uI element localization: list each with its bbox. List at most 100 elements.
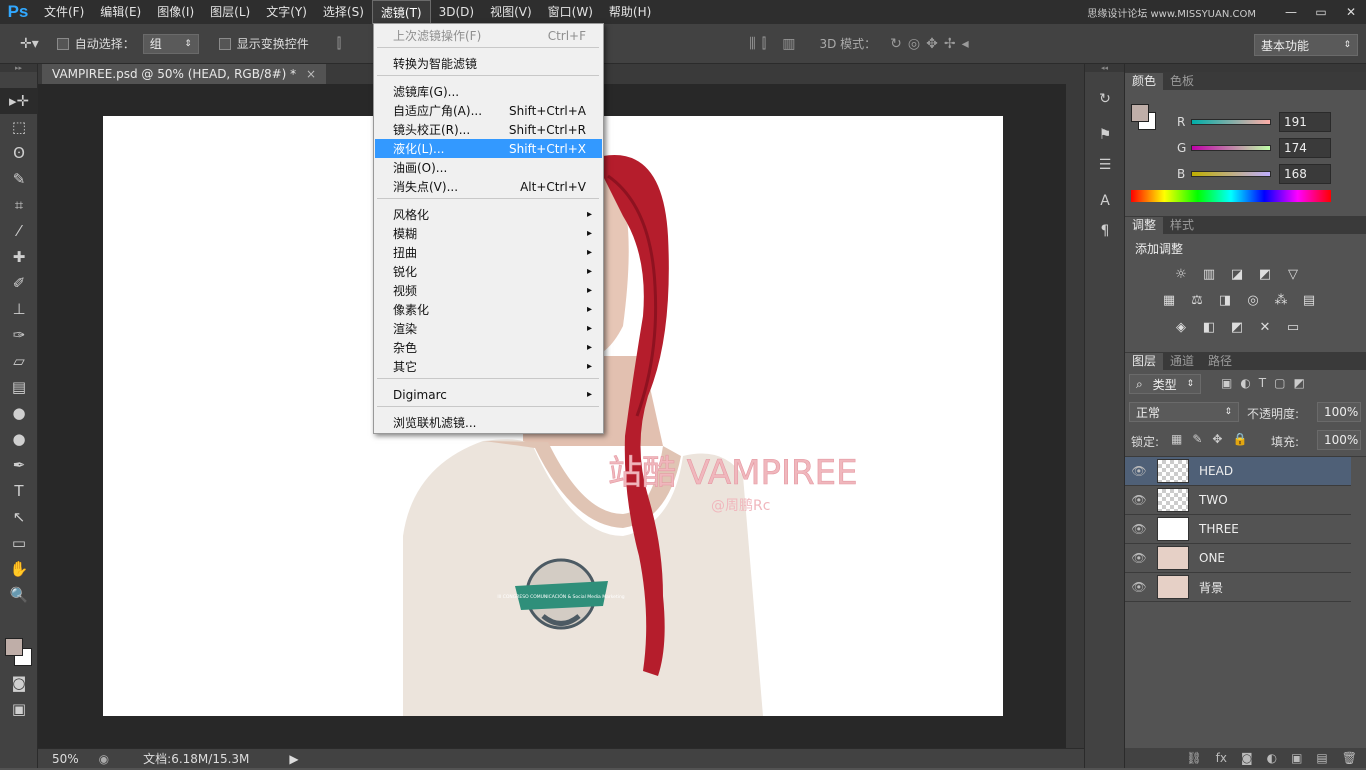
adjustment-row2-1-icon[interactable]: ⚖	[1187, 290, 1207, 310]
visibility-eye-icon[interactable]: 👁	[1125, 464, 1153, 478]
auto-select-option[interactable]: 自动选择：	[56, 35, 135, 52]
foreground-color-swatch[interactable]	[5, 638, 23, 656]
fx-icon[interactable]: fx	[1216, 751, 1227, 765]
vertical-scrollbar[interactable]	[1066, 84, 1084, 748]
menu-layer[interactable]: 图层(L)	[202, 0, 258, 24]
visibility-eye-icon[interactable]: 👁	[1125, 522, 1153, 536]
adjustment-row2-0-icon[interactable]: ▦	[1159, 290, 1179, 310]
move-tool-icon[interactable]: ▸✛	[0, 88, 38, 114]
tab-color[interactable]: 颜色	[1125, 73, 1164, 90]
clone-stamp-tool-icon[interactable]: ⊥	[0, 296, 38, 322]
filter-menu-item[interactable]: 自适应广角(A)... Shift+Ctrl+A	[375, 101, 602, 120]
adjustment-row3-3-icon[interactable]: ✕	[1255, 317, 1275, 337]
type-tool-icon[interactable]: T	[0, 478, 38, 504]
document-tab[interactable]: VAMPIREE.psd @ 50% (HEAD, RGB/8#) * ×	[42, 64, 327, 84]
zoom-tool-icon[interactable]: 🔍	[0, 582, 38, 608]
filter-menu-item[interactable]: 模糊 ▸	[375, 224, 602, 243]
tool-presets-icon[interactable]: ⚑	[1085, 120, 1125, 150]
hand-tool-icon[interactable]: ✋	[0, 556, 38, 582]
adjustment-row3-2-icon[interactable]: ◩	[1227, 317, 1247, 337]
tab-styles[interactable]: 样式	[1163, 217, 1201, 234]
filter-menu-item[interactable]: Digimarc ▸	[375, 385, 602, 404]
filter-menu-item[interactable]: 锐化 ▸	[375, 262, 602, 281]
adjustment-row3-1-icon[interactable]: ◧	[1199, 317, 1219, 337]
close-button[interactable]: ✕	[1336, 0, 1366, 24]
green-slider[interactable]: G 174	[1177, 138, 1331, 158]
brush-tool-icon[interactable]: ✐	[0, 270, 38, 296]
align-top-icon[interactable]: ⫿	[337, 36, 341, 52]
lasso-tool-icon[interactable]: ʘ	[0, 140, 38, 166]
filter-menu-item[interactable]: 杂色 ▸	[375, 338, 602, 357]
roll-3d-icon[interactable]: ◎	[908, 36, 920, 52]
auto-align-icon[interactable]: ▥	[782, 36, 795, 52]
paragraph-icon[interactable]: ¶	[1085, 216, 1125, 246]
status-menu-arrow-icon[interactable]: ▶	[289, 752, 298, 766]
green-track[interactable]	[1191, 145, 1271, 151]
color-swatches[interactable]	[4, 636, 34, 668]
red-track[interactable]	[1191, 119, 1271, 125]
color-spectrum-bar[interactable]	[1131, 190, 1331, 202]
layer-row[interactable]: 👁 HEAD	[1125, 457, 1351, 486]
opacity-field[interactable]: 100%	[1317, 402, 1361, 422]
visibility-eye-icon[interactable]: 👁	[1125, 580, 1153, 594]
adjustment-row1-3-icon[interactable]: ◩	[1255, 264, 1275, 284]
menu-3d[interactable]: 3D(D)	[431, 0, 482, 24]
minimize-button[interactable]: —	[1276, 0, 1306, 24]
filter-menu-item[interactable]: 消失点(V)... Alt+Ctrl+V	[375, 177, 602, 196]
menu-image[interactable]: 图像(I)	[149, 0, 202, 24]
quick-mask-icon[interactable]: ◙	[0, 670, 38, 696]
add-mask-icon[interactable]: ◙	[1241, 751, 1253, 765]
filter-menu-item[interactable]: 油画(O)...	[375, 158, 602, 177]
drag-3d-icon[interactable]: ✥	[926, 36, 938, 52]
path-selection-tool-icon[interactable]: ↖	[0, 504, 38, 530]
filter-menu-item[interactable]: 风格化 ▸	[375, 205, 602, 224]
red-value[interactable]: 191	[1279, 112, 1331, 132]
gradient-tool-icon[interactable]: ▤	[0, 374, 38, 400]
visibility-eye-icon[interactable]: 👁	[1125, 551, 1153, 565]
layer-row[interactable]: 👁 背景	[1125, 573, 1351, 602]
layer-row[interactable]: 👁 THREE	[1125, 515, 1351, 544]
collapse-icon[interactable]: ◂◂	[1085, 64, 1124, 72]
menu-filter[interactable]: 滤镜(T)	[371, 0, 431, 24]
filter-menu-item[interactable]: 液化(L)... Shift+Ctrl+X	[375, 139, 602, 158]
adjustment-row2-2-icon[interactable]: ◨	[1215, 290, 1235, 310]
restore-button[interactable]: ▭	[1306, 0, 1336, 24]
color-fg-swatch[interactable]	[1131, 104, 1149, 122]
workspace-dropdown[interactable]: 基本功能 ⇕	[1254, 34, 1358, 56]
close-tab-icon[interactable]: ×	[306, 67, 316, 81]
green-value[interactable]: 174	[1279, 138, 1331, 158]
distribute-vcenter-icon[interactable]: ⫼	[749, 36, 755, 52]
slide-3d-icon[interactable]: ✢	[944, 36, 956, 52]
filter-menu-item[interactable]: 滤镜库(G)...	[375, 82, 602, 101]
zoom-level[interactable]: 50%	[52, 752, 79, 766]
blur-tool-icon[interactable]: ●	[0, 400, 38, 426]
filter-menu-item[interactable]: 浏览联机滤镜...	[375, 413, 602, 432]
adjustment-row1-2-icon[interactable]: ◪	[1227, 264, 1247, 284]
eraser-tool-icon[interactable]: ▱	[0, 348, 38, 374]
menu-file[interactable]: 文件(F)	[36, 0, 92, 24]
blue-value[interactable]: 168	[1279, 164, 1331, 184]
adjustment-row1-0-icon[interactable]: ☼	[1171, 264, 1191, 284]
tab-paths[interactable]: 路径	[1201, 353, 1239, 370]
red-slider[interactable]: R 191	[1177, 112, 1331, 132]
filter-menu-item[interactable]: 渲染 ▸	[375, 319, 602, 338]
menu-edit[interactable]: 编辑(E)	[92, 0, 149, 24]
menu-type[interactable]: 文字(Y)	[258, 0, 315, 24]
collapse-icon[interactable]: ▸▸	[0, 64, 37, 72]
marquee-tool-icon[interactable]: ⬚	[0, 114, 38, 140]
lock-icons[interactable]: ▦✎✥🔒	[1171, 432, 1257, 446]
adjustment-row2-5-icon[interactable]: ▤	[1299, 290, 1319, 310]
filter-menu-item[interactable]: 其它 ▸	[375, 357, 602, 376]
fill-field[interactable]: 100%	[1317, 430, 1361, 450]
distribute-bottom-icon[interactable]: ⫿	[762, 36, 766, 52]
show-transform-option[interactable]: 显示变换控件	[218, 35, 309, 52]
layer-filter-icons[interactable]: ▣◐T▢◩	[1221, 376, 1313, 390]
show-transform-checkbox[interactable]	[218, 37, 231, 50]
layer-row[interactable]: 👁 TWO	[1125, 486, 1351, 515]
adjustment-row1-4-icon[interactable]: ▽	[1283, 264, 1303, 284]
filter-menu-item[interactable]: 转换为智能滤镜	[375, 54, 602, 73]
blue-slider[interactable]: B 168	[1177, 164, 1331, 184]
pen-tool-icon[interactable]: ✒	[0, 452, 38, 478]
auto-select-dropdown[interactable]: 组 ⇕	[142, 33, 199, 54]
tab-adjustments[interactable]: 调整	[1125, 217, 1164, 234]
